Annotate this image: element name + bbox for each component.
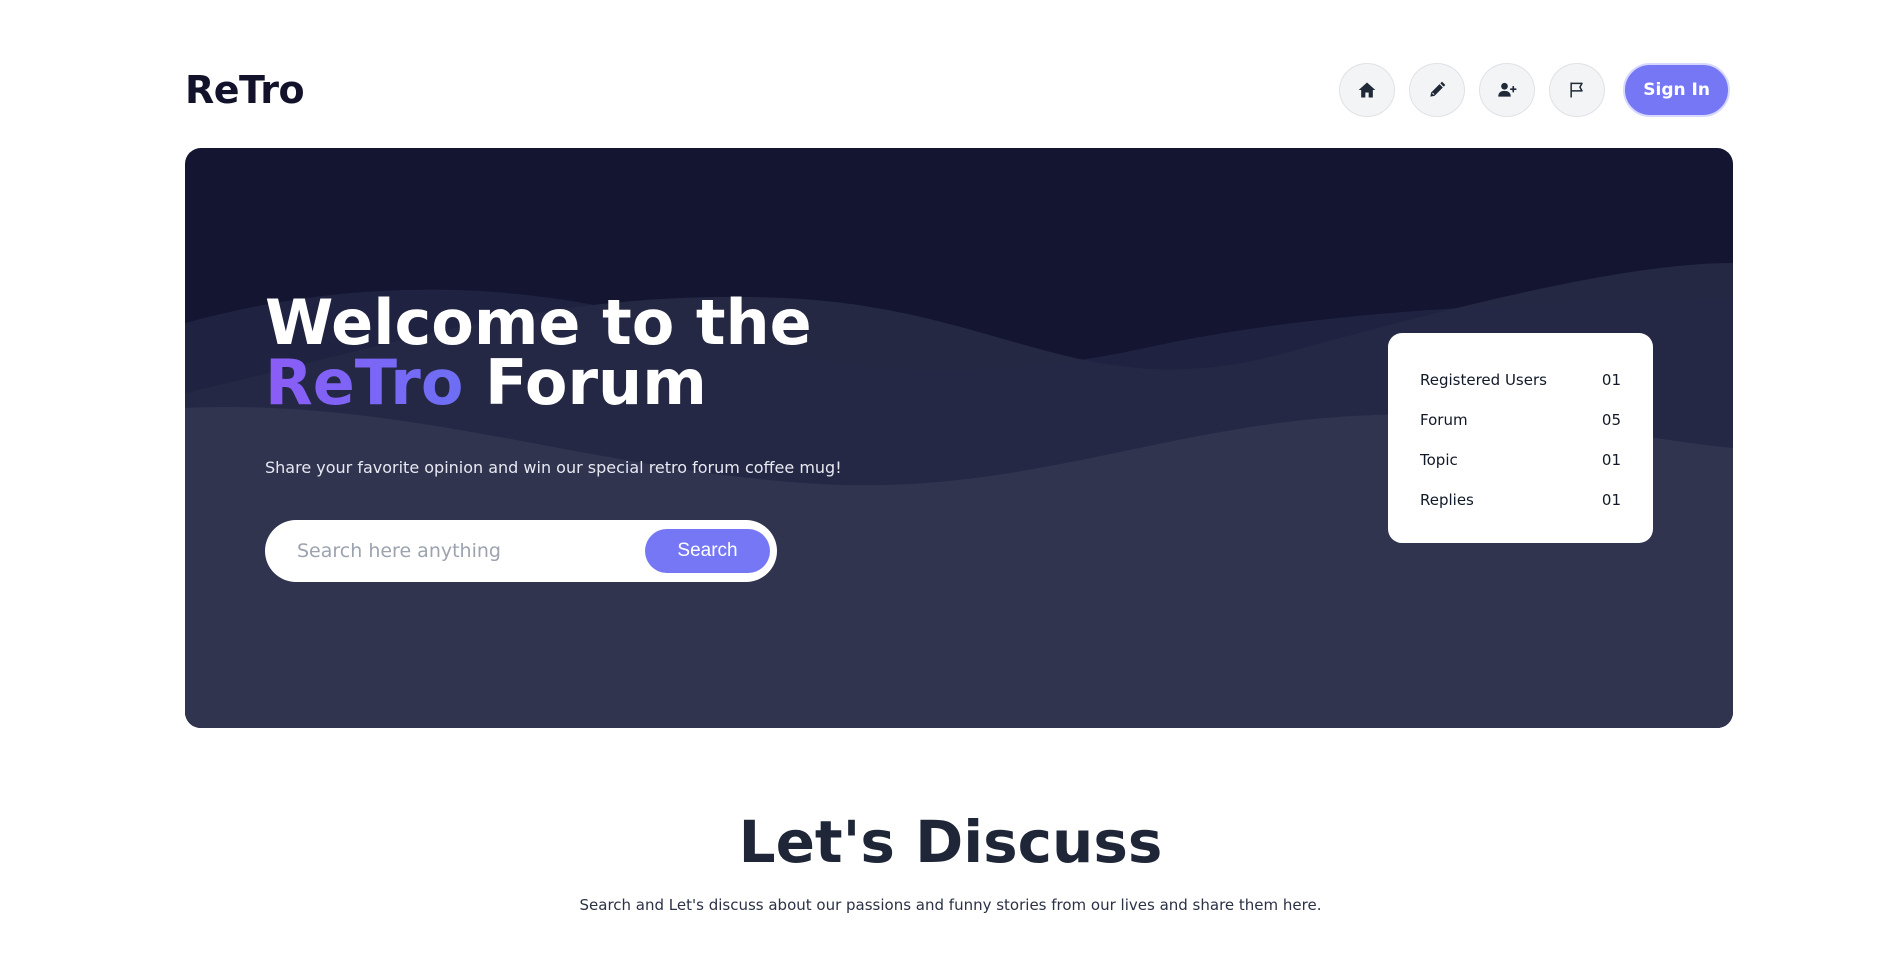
stat-row-replies: Replies 01: [1420, 480, 1621, 520]
stat-label: Forum: [1420, 411, 1468, 429]
discuss-title: Let's Discuss: [738, 808, 1163, 876]
stat-value: 01: [1601, 371, 1621, 389]
hero-title: Welcome to the ReTro Forum: [265, 286, 812, 414]
stats-card: Registered Users 01 Forum 05 Topic 01 Re…: [1388, 333, 1653, 543]
flag-icon: [1570, 82, 1584, 98]
stat-row-forum: Forum 05: [1420, 400, 1621, 440]
user-plus-icon: [1498, 82, 1517, 97]
stat-value: 01: [1601, 491, 1621, 509]
search-bar: Search: [265, 520, 777, 582]
hero-title-accent: ReTro: [265, 346, 464, 419]
stat-value: 01: [1601, 451, 1621, 469]
stat-label: Replies: [1420, 491, 1474, 509]
stat-label: Registered Users: [1420, 371, 1547, 389]
header: ReTro Sign In: [185, 62, 1730, 118]
pencil-icon: [1430, 81, 1446, 97]
stat-row-topic: Topic 01: [1420, 440, 1621, 480]
register-button[interactable]: [1479, 63, 1536, 117]
hero-title-line2: ReTro Forum: [265, 352, 812, 414]
hero-banner: Welcome to the ReTro Forum Share your fa…: [185, 148, 1733, 728]
hero-title-line1: Welcome to the: [265, 286, 812, 359]
stat-row-registered-users: Registered Users 01: [1420, 360, 1621, 400]
stat-value: 05: [1601, 411, 1621, 429]
search-input[interactable]: [297, 540, 645, 562]
search-button[interactable]: Search: [645, 529, 770, 573]
report-button[interactable]: [1549, 63, 1606, 117]
page: ReTro Sign In Welcome to the ReTro Forum…: [0, 0, 1901, 953]
sign-in-button[interactable]: Sign In: [1623, 63, 1730, 117]
stat-label: Topic: [1420, 451, 1458, 469]
write-button[interactable]: [1409, 63, 1466, 117]
hero-title-rest: Forum: [485, 346, 707, 419]
hero-subtitle: Share your favorite opinion and win our …: [265, 458, 842, 477]
logo[interactable]: ReTro: [185, 68, 305, 112]
discuss-subtitle: Search and Let's discuss about our passi…: [579, 896, 1322, 914]
nav-bar: Sign In: [1337, 63, 1730, 117]
home-button[interactable]: [1339, 63, 1396, 117]
home-icon: [1358, 82, 1376, 98]
